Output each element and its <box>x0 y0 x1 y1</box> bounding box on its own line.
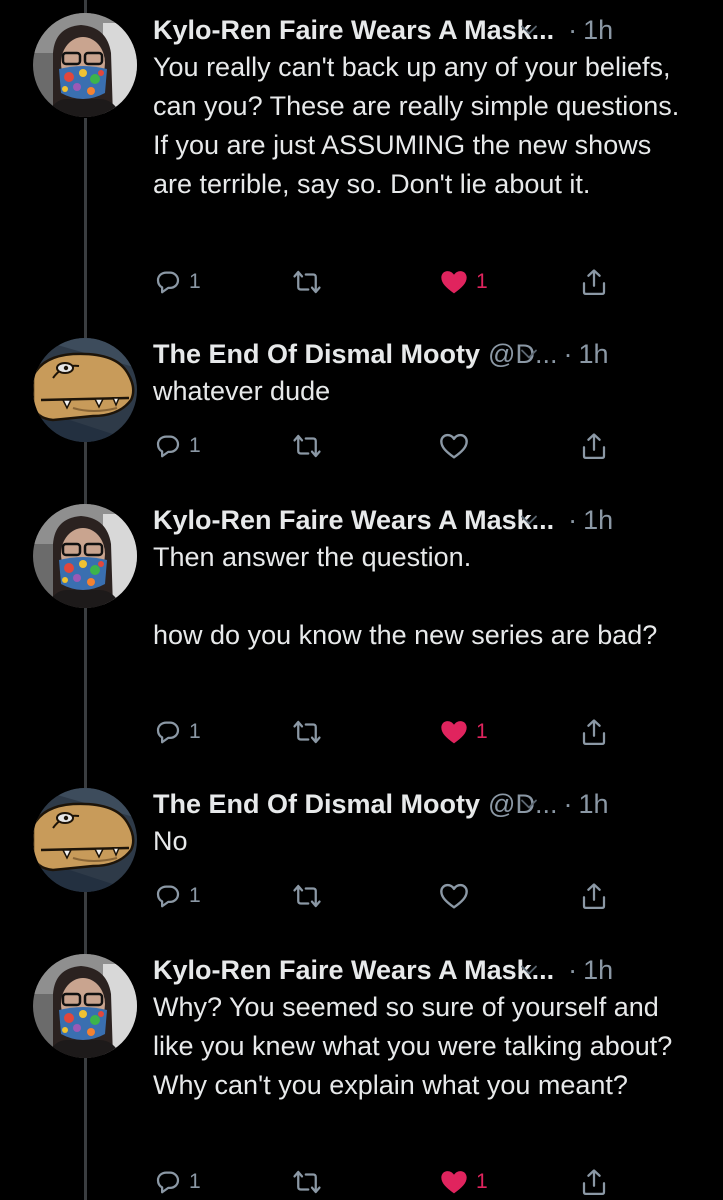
tweet-text: You really can't back up any of your bel… <box>153 52 687 199</box>
retweet-icon <box>291 717 323 747</box>
share-button[interactable] <box>579 876 609 916</box>
tweet-actions: 1 1 <box>153 712 623 752</box>
reply-button[interactable]: 1 <box>153 712 201 752</box>
tweet-actions: 1 1 <box>153 1162 623 1200</box>
like-button[interactable]: 1 <box>438 712 488 752</box>
heart-icon <box>438 430 470 462</box>
masked-person-avatar[interactable] <box>33 954 137 1058</box>
share-icon <box>579 716 609 748</box>
heart-filled-icon <box>438 1166 470 1198</box>
heart-icon <box>438 880 470 912</box>
share-icon <box>579 430 609 462</box>
reply-icon <box>153 717 183 747</box>
retweet-button[interactable] <box>291 262 323 302</box>
masked-person-avatar[interactable] <box>33 13 137 117</box>
like-button[interactable] <box>438 426 470 466</box>
reply-count: 1 <box>189 434 201 457</box>
share-button[interactable] <box>579 426 609 466</box>
tweet-header: Kylo-Ren Faire Wears A Mask... · 1h <box>153 8 713 52</box>
reply-icon <box>153 431 183 461</box>
retweet-icon <box>291 267 323 297</box>
share-button[interactable] <box>579 1162 609 1200</box>
share-button[interactable] <box>579 712 609 752</box>
display-name[interactable]: The End Of Dismal Mooty <box>153 339 480 370</box>
share-icon <box>579 880 609 912</box>
retweet-button[interactable] <box>291 426 323 466</box>
reply-count: 1 <box>189 270 201 293</box>
retweet-icon <box>291 431 323 461</box>
thread-line <box>84 0 87 14</box>
tweet-header: The End Of Dismal Mooty @D... · 1h <box>153 782 713 826</box>
chevron-down-icon[interactable] <box>514 792 544 816</box>
like-button[interactable]: 1 <box>438 1162 488 1200</box>
like-count: 1 <box>476 720 488 743</box>
retweet-icon <box>291 1167 323 1197</box>
display-name[interactable]: The End Of Dismal Mooty <box>153 789 480 820</box>
retweet-icon <box>291 881 323 911</box>
reply-count: 1 <box>189 720 201 743</box>
reply-button[interactable]: 1 <box>153 262 201 302</box>
tweet-text: Why? You seemed so sure of yourself and … <box>153 992 680 1100</box>
thread-line <box>84 1058 87 1200</box>
thread-line <box>84 608 87 788</box>
timestamp[interactable]: 1h <box>583 505 613 536</box>
reply-count: 1 <box>189 1170 201 1193</box>
separator-dot: · <box>563 788 573 819</box>
tweet-header: Kylo-Ren Faire Wears A Mask... · 1h <box>153 498 713 542</box>
retweet-button[interactable] <box>291 712 323 752</box>
share-button[interactable] <box>579 262 609 302</box>
like-button[interactable] <box>438 876 470 916</box>
dinosaur-avatar[interactable] <box>33 338 137 442</box>
heart-filled-icon <box>438 716 470 748</box>
reply-button[interactable]: 1 <box>153 426 201 466</box>
chevron-down-icon[interactable] <box>514 18 544 42</box>
retweet-button[interactable] <box>291 876 323 916</box>
separator-dot: · <box>568 954 578 985</box>
retweet-button[interactable] <box>291 1162 323 1200</box>
reply-icon <box>153 1167 183 1197</box>
reply-button[interactable]: 1 <box>153 876 201 916</box>
separator-dot: · <box>568 14 578 45</box>
tweet-text: Then answer the question. how do you kno… <box>153 542 658 650</box>
separator-dot: · <box>563 338 573 369</box>
tweet-actions: 1 1 <box>153 262 623 302</box>
tweet-text: whatever dude <box>153 376 331 406</box>
reply-count: 1 <box>189 884 201 907</box>
tweet-actions: 1 <box>153 876 623 916</box>
masked-person-avatar[interactable] <box>33 504 137 608</box>
timestamp[interactable]: 1h <box>583 15 613 46</box>
like-button[interactable]: 1 <box>438 262 488 302</box>
dinosaur-avatar[interactable] <box>33 788 137 892</box>
thread-line <box>84 892 87 954</box>
thread-line <box>84 442 87 504</box>
tweet-header: Kylo-Ren Faire Wears A Mask... · 1h <box>153 948 713 992</box>
timestamp[interactable]: 1h <box>578 339 608 370</box>
share-icon <box>579 1166 609 1198</box>
display-name[interactable]: Kylo-Ren Faire Wears A Mask... <box>153 955 554 986</box>
timestamp[interactable]: 1h <box>578 789 608 820</box>
heart-filled-icon <box>438 266 470 298</box>
share-icon <box>579 266 609 298</box>
display-name[interactable]: Kylo-Ren Faire Wears A Mask... <box>153 15 554 46</box>
like-count: 1 <box>476 1170 488 1193</box>
timestamp[interactable]: 1h <box>583 955 613 986</box>
tweet-header: The End Of Dismal Mooty @D... · 1h <box>153 332 713 376</box>
display-name[interactable]: Kylo-Ren Faire Wears A Mask... <box>153 505 554 536</box>
chevron-down-icon[interactable] <box>514 342 544 366</box>
chevron-down-icon[interactable] <box>514 508 544 532</box>
chevron-down-icon[interactable] <box>514 958 544 982</box>
separator-dot: · <box>568 504 578 535</box>
thread-line <box>84 118 87 338</box>
like-count: 1 <box>476 270 488 293</box>
reply-icon <box>153 267 183 297</box>
reply-button[interactable]: 1 <box>153 1162 201 1200</box>
tweet-actions: 1 <box>153 426 623 466</box>
tweet-text: No <box>153 826 188 856</box>
reply-icon <box>153 881 183 911</box>
